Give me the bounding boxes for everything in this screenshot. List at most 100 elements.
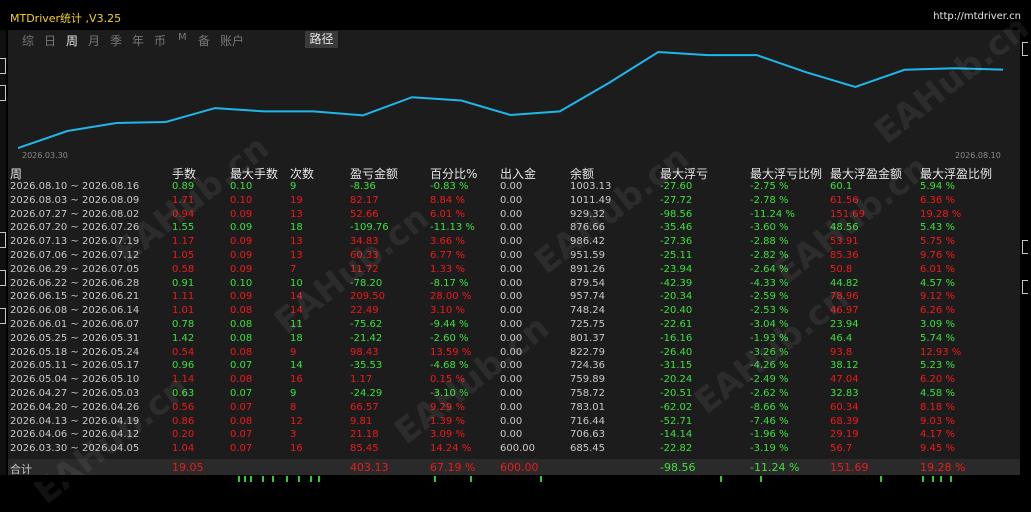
tab-1[interactable]: 日 <box>44 32 56 49</box>
tab-8[interactable]: 备 <box>198 32 210 49</box>
app-title: MTDriver统计 ,V3.25 <box>10 12 122 25</box>
path-button[interactable]: 路径 <box>305 31 338 48</box>
cell-dep: 0.00 <box>500 332 523 344</box>
cell-max-profit-pct: 19.28 % <box>920 208 962 220</box>
column-header: 最大浮亏 <box>660 167 709 181</box>
cell-pct: -8.17 % <box>430 277 469 289</box>
cell-max-profit-pct: 5.94 % <box>920 181 955 192</box>
cell-week: 2026.07.06 ~ 2026.07.12 <box>10 250 140 261</box>
cell-dep: 0.00 <box>500 360 523 372</box>
tab-9[interactable]: 账户 <box>220 32 244 49</box>
cell-max-dd: -20.24 <box>660 374 693 386</box>
strip-tick <box>434 476 436 482</box>
cell-week: 2026.06.08 ~ 2026.06.14 <box>10 305 140 317</box>
tab-6[interactable]: 币 <box>154 32 166 49</box>
balance-point-18 <box>903 69 906 71</box>
column-header: 次数 <box>290 167 315 181</box>
cell-max-lots: 0.09 <box>230 250 253 261</box>
balance-point-15 <box>755 54 758 56</box>
cell-max-dd-pct: -2.59 % <box>750 291 789 303</box>
total-max-profit: 151.69 <box>830 461 869 474</box>
cell-max-dd: -22.61 <box>660 319 693 330</box>
cell-count: 18 <box>290 222 303 234</box>
cell-balance: 716.44 <box>570 415 605 427</box>
cell-lots: 0.58 <box>172 263 195 275</box>
tab-5[interactable]: 年 <box>132 32 144 49</box>
cell-max-profit: 38.12 <box>830 360 859 372</box>
cell-pnl: 85.45 <box>350 443 379 455</box>
column-header: 最大浮盈金额 <box>830 167 903 181</box>
cell-dep: 0.00 <box>500 194 523 206</box>
cell-max-profit-pct: 9.03 % <box>920 415 955 427</box>
cell-max-profit: 50.8 <box>830 263 853 275</box>
strip-tick <box>298 476 300 482</box>
tab-3[interactable]: 月 <box>88 32 100 49</box>
cell-max-lots: 0.09 <box>230 236 253 248</box>
cell-max-dd: -98.56 <box>660 208 693 220</box>
total-pnl: 403.13 <box>350 461 389 474</box>
cell-week: 2026.05.11 ~ 2026.05.17 <box>10 360 140 372</box>
cell-week: 2026.05.18 ~ 2026.05.24 <box>10 346 140 358</box>
cell-balance: 706.63 <box>570 429 605 441</box>
cell-pct: 1.39 % <box>430 415 465 427</box>
cell-max-dd: -26.40 <box>660 346 693 358</box>
cell-pct: -9.44 % <box>430 319 469 330</box>
column-header: 最大浮亏比例 <box>750 167 823 181</box>
cell-max-dd: -52.71 <box>660 415 693 427</box>
cell-max-lots: 0.08 <box>230 374 253 386</box>
tab-7[interactable]: M <box>178 32 187 43</box>
title-bar: MTDriver统计 ,V3.25 http://mtdriver.cn <box>0 0 1031 30</box>
cell-max-lots: 0.07 <box>230 388 253 399</box>
cell-week: 2026.06.15 ~ 2026.06.21 <box>10 291 140 303</box>
tab-2[interactable]: 周 <box>66 32 78 49</box>
cell-max-lots: 0.08 <box>230 305 253 317</box>
cell-max-profit-pct: 6.20 % <box>920 374 955 386</box>
cell-max-profit-pct: 5.43 % <box>920 222 955 234</box>
cell-pnl: -35.53 <box>350 360 383 372</box>
strip-tick <box>880 476 882 482</box>
cell-lots: 1.01 <box>172 305 195 317</box>
cell-pnl: 82.17 <box>350 194 379 206</box>
cell-week: 2026.06.29 ~ 2026.07.05 <box>10 263 140 275</box>
cell-week: 2026.06.01 ~ 2026.06.07 <box>10 319 140 330</box>
cell-lots: 0.56 <box>172 401 195 413</box>
cell-pct: 6.77 % <box>430 250 465 261</box>
cell-week: 2026.06.22 ~ 2026.06.28 <box>10 277 140 289</box>
cell-pnl: 9.81 <box>350 415 373 427</box>
cell-week: 2026.04.13 ~ 2026.04.19 <box>10 415 140 427</box>
cell-count: 8 <box>290 401 297 413</box>
cell-max-dd: -42.39 <box>660 277 693 289</box>
strip-tick <box>286 476 288 482</box>
total-max-profit-pct: 19.28 % <box>920 461 966 474</box>
balance-point-3 <box>164 121 167 123</box>
cell-max-profit: 53.91 <box>830 236 859 248</box>
cell-pnl: -24.29 <box>350 388 383 399</box>
balance-point-11 <box>558 110 561 113</box>
strip-tick <box>922 476 924 482</box>
cell-dep: 0.00 <box>500 374 523 386</box>
balance-point-13 <box>657 51 660 53</box>
cell-pct: -2.60 % <box>430 332 469 344</box>
cell-pct: 1.33 % <box>430 263 465 275</box>
edge-bracket <box>1022 240 1028 254</box>
balance-point-19 <box>952 67 955 70</box>
column-header: 最大手数 <box>230 167 279 181</box>
cell-lots: 1.04 <box>172 443 195 455</box>
cell-lots: 0.63 <box>172 388 195 399</box>
cell-dep: 0.00 <box>500 222 523 234</box>
website-link[interactable]: http://mtdriver.cn <box>933 11 1021 22</box>
balance-point-7 <box>361 114 364 117</box>
tab-0[interactable]: 综 <box>22 32 34 49</box>
cell-count: 10 <box>290 277 303 289</box>
cell-count: 9 <box>290 388 297 399</box>
cell-max-profit: 93.8 <box>830 346 853 358</box>
cell-pnl: 1.17 <box>350 374 373 386</box>
cell-max-dd-pct: -1.93 % <box>750 332 789 344</box>
cell-lots: 0.94 <box>172 208 195 220</box>
cell-balance: 951.59 <box>570 250 605 261</box>
tab-4[interactable]: 季 <box>110 32 122 49</box>
cell-max-profit: 46.97 <box>830 305 859 317</box>
cell-dep: 0.00 <box>500 388 523 399</box>
left-edge-strip <box>0 30 6 475</box>
cell-max-profit-pct: 12.93 % <box>920 346 962 358</box>
